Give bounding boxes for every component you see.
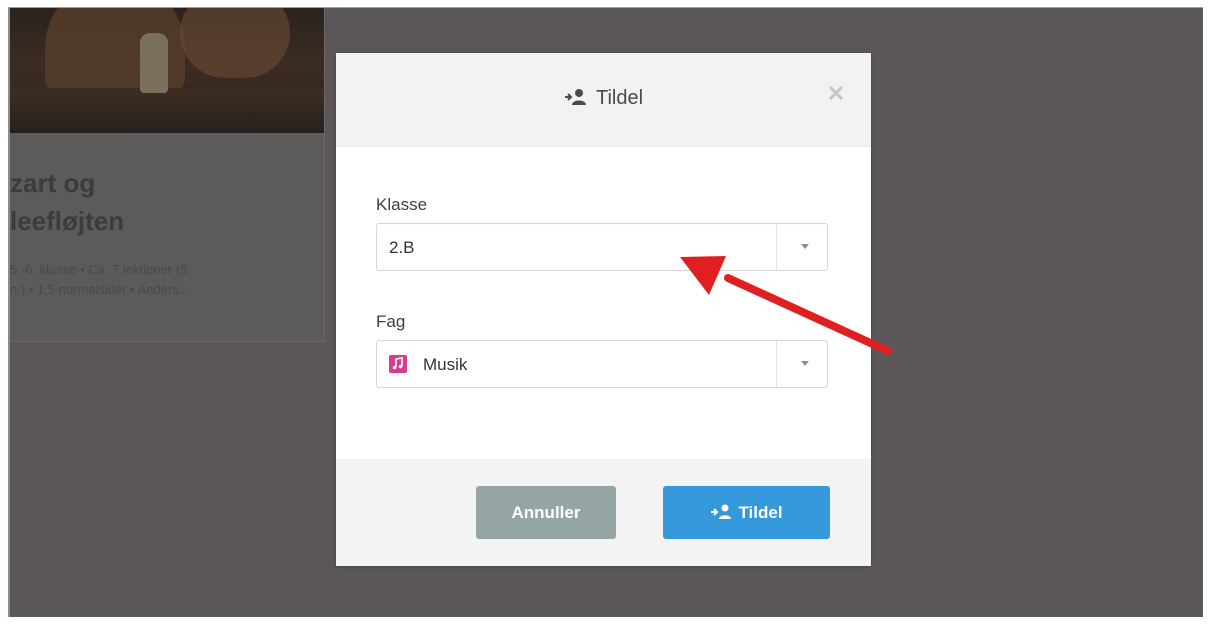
background-content-card: zart og leefløjten 5.-6. klasse • Ca. 7 …	[10, 8, 325, 342]
screenshot-frame: zart og leefløjten 5.-6. klasse • Ca. 7 …	[0, 0, 1209, 628]
fag-selected-value: Musik	[423, 355, 468, 374]
card-image	[10, 8, 324, 133]
klasse-label: Klasse	[376, 195, 428, 214]
assign-modal: Tildel Klasse 2.B Fag Musik Annuller Til…	[336, 53, 871, 566]
modal-title: Tildel	[336, 87, 871, 110]
klasse-select[interactable]: 2.B	[376, 223, 828, 271]
close-icon[interactable]	[827, 84, 845, 102]
modal-title-text: Tildel	[595, 87, 644, 109]
chevron-down-icon	[801, 244, 809, 249]
fag-label: Fag	[376, 312, 406, 331]
chevron-down-icon	[801, 361, 809, 366]
klasse-selected-value: 2.B	[389, 238, 415, 257]
assign-user-icon	[710, 488, 734, 519]
modal-header: Tildel	[336, 53, 871, 147]
cancel-button[interactable]: Annuller	[476, 486, 616, 539]
card-title: zart og leefløjten	[10, 168, 125, 236]
assign-button-label: Tildel	[738, 503, 783, 522]
assign-user-icon	[564, 88, 588, 106]
assign-button[interactable]: Tildel	[663, 486, 830, 539]
fag-select[interactable]: Musik	[376, 340, 828, 388]
card-meta: 5.-6. klasse • Ca. 7 lektioner (5 n.) • …	[10, 262, 190, 297]
music-icon	[389, 355, 407, 373]
